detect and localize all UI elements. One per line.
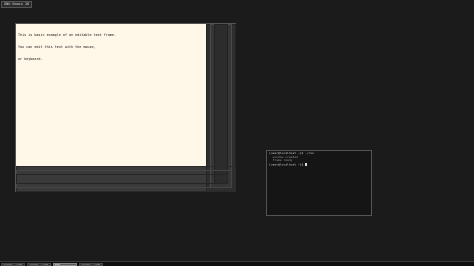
- taskbar-item-active[interactable]: demo: [53, 262, 77, 266]
- terminal-window[interactable]: [user@localhost ~]$ ./run window created…: [266, 150, 372, 216]
- cursor-icon: [305, 162, 308, 166]
- terminal-prompt: [user@localhost ~]$: [269, 162, 304, 167]
- text-line: This is basic example of an editable tex…: [18, 33, 116, 37]
- text-line: You can edit this text with the mouse,: [18, 45, 96, 49]
- taskbar-item[interactable]: Terminal - /home: [79, 262, 103, 266]
- editable-text-window[interactable]: This is basic example of an editable tex…: [15, 23, 236, 192]
- window-bevel-bottom-inner: [16, 174, 228, 184]
- taskbar-item[interactable]: Terminal - /home: [1, 262, 25, 266]
- terminal-prompt-line: [user@localhost ~]$: [269, 162, 369, 167]
- window-title-label[interactable]: GNU Emacs 26: [1, 1, 33, 8]
- desktop: GNU Emacs 26 This is basic example of an…: [0, 0, 474, 266]
- taskbar: Terminal - /home Terminal - /home demo T…: [0, 261, 474, 266]
- editable-text-area[interactable]: This is basic example of an editable tex…: [16, 24, 206, 166]
- window-bevel-right-inner: [214, 24, 228, 184]
- text-line: or keyboard.: [18, 57, 43, 61]
- taskbar-item[interactable]: Terminal - /home: [27, 262, 51, 266]
